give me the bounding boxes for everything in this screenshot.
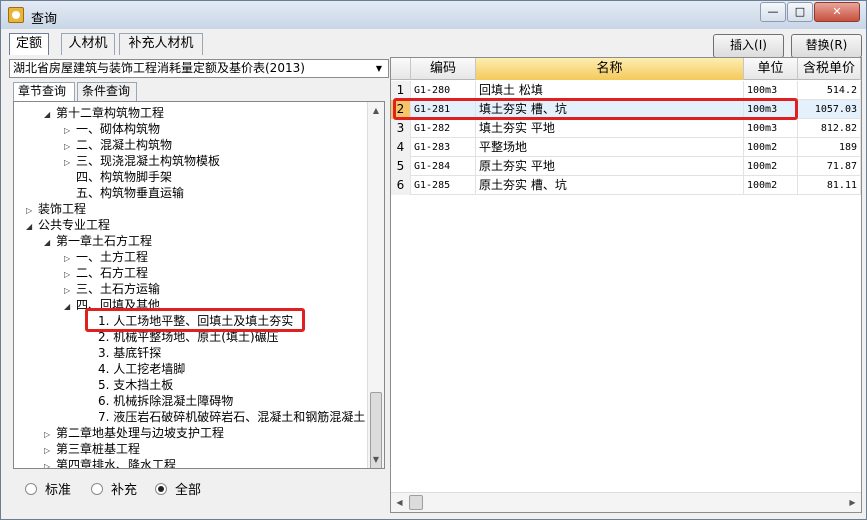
replace-button[interactable]: 替换(R) [791,34,862,58]
tab-quota[interactable]: 定额 [9,33,49,55]
radio-icon[interactable] [25,483,37,495]
tree-item[interactable]: ▷ 第四章排水、降水工程 [44,457,176,468]
tree-item[interactable]: ◢ 第一章土石方工程 [44,233,152,249]
chapter-panel: 湖北省房屋建筑与装饰工程消耗量定额及基价表(2013) ▼ 章节查询 条件查询 … [5,57,389,513]
scroll-left-icon[interactable]: ◀ [391,493,408,512]
header-unit[interactable]: 单位 [744,58,798,80]
tab-supplementary-lmm[interactable]: 补充人材机 [119,33,203,55]
grid-header: 编码 名称 单位 含税单价 [391,58,861,80]
close-button[interactable]: ✕ [814,2,860,22]
expand-icon[interactable]: ◢ [44,235,56,251]
tree-item[interactable]: 四、构筑物脚手架 [64,169,172,185]
quota-library-select[interactable]: 湖北省房屋建筑与装饰工程消耗量定额及基价表(2013) ▼ [9,59,389,78]
table-row[interactable]: 3 G1-282 填土夯实 平地 100m3 812.82 [391,119,861,138]
scroll-thumb[interactable] [409,495,423,510]
title-bar: 查询 — □ ✕ [1,1,866,29]
red-highlight-box [85,308,305,332]
header-row-number [391,58,411,80]
radio-all[interactable]: 全部 [155,482,201,500]
quota-library-value: 湖北省房屋建筑与装饰工程消耗量定额及基价表(2013) [13,61,305,75]
app-icon [8,7,24,23]
tree-item[interactable]: ▷ 二、石方工程 [64,265,148,281]
tree-item[interactable]: ▷ 第二章地基处理与边坡支护工程 [44,425,224,441]
tab-chapter-query[interactable]: 章节查询 [13,82,75,101]
chevron-down-icon[interactable]: ▼ [372,61,386,76]
scroll-down-icon[interactable]: ▼ [368,451,384,468]
table-row[interactable]: 4 G1-283 平整场地 100m2 189 [391,138,861,157]
tab-labor-material-machine[interactable]: 人材机 [61,33,115,55]
query-window: 查询 — □ ✕ 定额 人材机 补充人材机 插入(I) 替换(R) 湖北省房屋建… [0,0,867,520]
table-row[interactable]: 6 G1-285 原土夯实 槽、坑 100m2 81.11 [391,176,861,195]
expand-icon[interactable]: ◢ [44,107,56,123]
grid-horizontal-scrollbar[interactable]: ◀ ▶ [391,492,861,512]
header-code[interactable]: 编码 [411,58,476,80]
tree-item[interactable]: 6. 机械拆除混凝土障碍物 [86,393,233,409]
red-highlight-box [393,98,798,120]
radio-standard[interactable]: 标准 [25,482,71,500]
tree-item[interactable]: 五、构筑物垂直运输 [64,185,184,201]
maximize-button[interactable]: □ [787,2,813,22]
header-price[interactable]: 含税单价 [798,58,861,80]
scroll-right-icon[interactable]: ▶ [844,493,861,512]
expand-icon[interactable]: ◢ [26,219,38,235]
tree-item[interactable]: ▷ 三、土石方运输 [64,281,160,297]
radio-supplement[interactable]: 补充 [91,482,137,500]
tree-item[interactable]: ▷ 一、砌体构筑物 [64,121,160,137]
tree-item[interactable]: ◢ 第十二章构筑物工程 [44,105,164,121]
minimize-button[interactable]: — [760,2,786,22]
tree-item[interactable]: 5. 支木挡土板 [86,377,173,393]
tree-item[interactable]: 4. 人工挖老墙脚 [86,361,185,377]
quota-results-panel: 编码 名称 单位 含税单价 1 G1-280 回填土 松填 100m3 514.… [390,57,862,513]
tree-item[interactable]: ▷ 三、现浇混凝土构筑物模板 [64,153,220,169]
expand-icon[interactable]: ▷ [44,459,56,468]
tree-item[interactable]: ▷ 第三章桩基工程 [44,441,140,457]
insert-button[interactable]: 插入(I) [713,34,784,58]
scroll-up-icon[interactable]: ▲ [368,102,384,119]
tree-item[interactable]: ▷ 一、土方工程 [64,249,148,265]
tab-condition-query[interactable]: 条件查询 [77,82,137,101]
expand-icon[interactable]: ◢ [64,299,76,315]
tree-item[interactable]: ▷ 装饰工程 [26,201,86,217]
tree-item[interactable]: ▷ 二、混凝土构筑物 [64,137,172,153]
table-row[interactable]: 5 G1-284 原土夯实 平地 100m2 71.87 [391,157,861,176]
tree-item[interactable]: ◢ 公共专业工程 [26,217,110,233]
tree-item[interactable]: 3. 基底钎探 [86,345,161,361]
radio-icon[interactable] [91,483,103,495]
tree-scrollbar[interactable]: ▲ ▼ [367,102,384,468]
chapter-tree: ◢ 第十二章构筑物工程 ▷ 一、砌体构筑物 ▷ 二、混凝土构筑物 ▷ 三、现浇混凝土构筑… [13,101,385,469]
tree-item[interactable]: 7. 液压岩石破碎机破碎岩石、混凝土和钢筋混凝土 [86,409,365,425]
window-title: 查询 [31,12,58,27]
radio-selected-icon[interactable] [155,483,167,495]
header-name[interactable]: 名称 [476,58,744,80]
